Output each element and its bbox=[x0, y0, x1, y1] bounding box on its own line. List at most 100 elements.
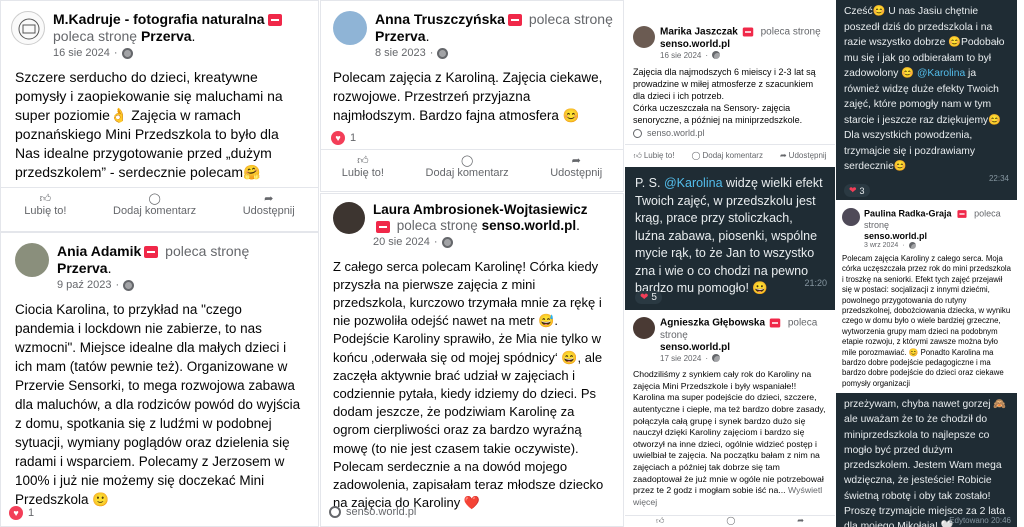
reviewer-name[interactable]: M.Kadruje - fotografia naturalna bbox=[53, 11, 265, 27]
review-header: M.Kadruje - fotografia naturalna poleca … bbox=[1, 1, 318, 60]
source-text: senso.world.pl bbox=[346, 506, 417, 518]
globe-icon bbox=[712, 354, 722, 364]
chat-message-3: przeżywam, chyba nawet gorzej 🙈 ale uważ… bbox=[836, 393, 1017, 527]
page-link[interactable]: senso.world.pl bbox=[660, 39, 730, 50]
source-link[interactable]: senso.world.pl bbox=[329, 506, 416, 518]
page-link[interactable]: senso.world.pl bbox=[482, 218, 577, 233]
share-button[interactable]: ➦ Udostępnij bbox=[550, 154, 602, 191]
reviewer-name[interactable]: Laura Ambrosionek-Wojtasiewicz bbox=[373, 202, 588, 217]
reviewer-name[interactable]: Paulina Radka-Graja bbox=[864, 208, 952, 218]
page-link[interactable]: senso.world.pl bbox=[660, 342, 730, 353]
post-meta: 3 wrz 2024 · bbox=[864, 242, 1013, 252]
post-date[interactable]: 16 sie 2024 bbox=[53, 47, 110, 60]
avatar[interactable] bbox=[333, 202, 365, 234]
post-date[interactable]: 8 sie 2023 bbox=[375, 47, 426, 60]
post-meta: 16 sie 2024 · bbox=[660, 51, 821, 61]
reaction-chip[interactable]: ❤ 5 bbox=[635, 291, 662, 304]
message-time: 22:34 bbox=[988, 174, 1009, 183]
thumbs-up-icon: 👍︎ bbox=[39, 193, 52, 205]
post-date[interactable]: 3 wrz 2024 bbox=[864, 242, 898, 250]
recommends-label: poleca stronę bbox=[396, 218, 478, 234]
recommend-icon bbox=[769, 318, 781, 328]
review-card-truszczynska: Anna Truszczyńska poleca stronę Przerva.… bbox=[320, 0, 624, 192]
comment-icon-button[interactable]: ◯ bbox=[726, 516, 735, 527]
like-icon-button[interactable]: 👍︎ bbox=[656, 516, 664, 527]
recommend-icon bbox=[507, 14, 522, 27]
reaction-number: 3 bbox=[859, 185, 865, 196]
avatar[interactable] bbox=[842, 208, 860, 226]
review-text: Polecam zajęcia z Karoliną. Zajęcia ciek… bbox=[333, 69, 603, 123]
avatar[interactable] bbox=[15, 243, 49, 277]
share-button[interactable]: ➦ Udostępnij bbox=[780, 145, 827, 166]
share-icon-button[interactable]: ➦ bbox=[797, 516, 804, 527]
post-date[interactable]: 20 sie 2024 bbox=[373, 236, 430, 249]
globe-icon bbox=[908, 242, 918, 252]
share-icon: ➦ bbox=[571, 155, 581, 167]
page-link[interactable]: senso.world.pl bbox=[864, 231, 927, 241]
comment-button[interactable]: ◯ Dodaj komentarz bbox=[113, 192, 196, 231]
reviewer-name[interactable]: Ania Adamik bbox=[57, 243, 141, 259]
post-date[interactable]: 17 sie 2024 bbox=[660, 354, 701, 364]
like-button[interactable]: 👍︎ Lubię to! bbox=[633, 145, 674, 166]
comment-icon: ◯ bbox=[148, 193, 161, 205]
share-icon: ➦ bbox=[779, 151, 787, 160]
reaction-count[interactable]: ♥ 1 bbox=[331, 131, 356, 145]
heart-reaction-icon: ❤ bbox=[849, 185, 857, 195]
source-link[interactable]: senso.world.pl bbox=[633, 128, 705, 138]
share-button[interactable]: ➦ Udostępnij bbox=[243, 192, 295, 231]
comment-button[interactable]: ◯ Dodaj komentarz bbox=[425, 154, 509, 191]
post-date[interactable]: 16 sie 2024 bbox=[660, 51, 701, 61]
thumbs-up-icon: 👍︎ bbox=[655, 516, 665, 525]
post-actions: 👍︎ Lubię to! ◯ Dodaj komentarz ➦ Udostępnij bbox=[321, 149, 623, 191]
mention-tag[interactable]: @Karolina bbox=[664, 176, 723, 190]
page-link[interactable]: Przerva bbox=[141, 28, 192, 44]
globe-icon bbox=[121, 47, 133, 59]
mention-tag[interactable]: @Karolina bbox=[917, 68, 965, 79]
review-text: Polecam zajęcia Karoliny z całego serca.… bbox=[842, 253, 1011, 388]
review-text: Zajęcia dla najmodszych 6 mieiscy i 2-3 … bbox=[633, 67, 816, 126]
avatar[interactable] bbox=[333, 11, 367, 45]
like-button[interactable]: 👍︎ Lubię to! bbox=[342, 154, 384, 191]
avatar[interactable] bbox=[11, 11, 45, 45]
reviewer-name[interactable]: Agnieszka Głębowska bbox=[660, 318, 765, 329]
review-header: Anna Truszczyńska poleca stronę Przerva.… bbox=[321, 1, 623, 60]
review-card-glebowska: Agnieszka Głębowska poleca stronę senso.… bbox=[625, 311, 835, 527]
avatar[interactable] bbox=[633, 26, 655, 48]
reaction-count[interactable]: ♥ 1 bbox=[9, 506, 34, 520]
reviewer-name[interactable]: Anna Truszczyńska bbox=[375, 11, 505, 27]
share-label: Udostępnij bbox=[242, 205, 295, 217]
reviewer-name[interactable]: Marika Jaszczak bbox=[660, 27, 738, 38]
globe-icon bbox=[441, 237, 453, 249]
like-button[interactable]: 👍︎ Lubię to! bbox=[24, 192, 66, 231]
comment-label: Dodaj komentarz bbox=[425, 167, 509, 179]
page-link[interactable]: Przerva bbox=[57, 260, 108, 276]
review-text: Ciocia Karolina, to przykład na "czego p… bbox=[15, 301, 301, 507]
post-date[interactable]: 9 paź 2023 bbox=[57, 279, 111, 292]
page-link[interactable]: Przerva bbox=[375, 28, 426, 44]
review-header: Paulina Radka-Graja poleca stronę senso.… bbox=[836, 204, 1017, 252]
comment-button[interactable]: ◯ Dodaj komentarz bbox=[692, 145, 763, 166]
globe-icon bbox=[123, 279, 135, 291]
post-actions: 👍︎ Lubię to! ◯ Dodaj komentarz ➦ Udostępnij bbox=[625, 144, 835, 166]
like-label: Lubię to! bbox=[643, 151, 675, 160]
recommend-icon bbox=[267, 14, 282, 27]
camera-logo-icon bbox=[18, 18, 40, 40]
post-meta: 8 sie 2023 · bbox=[375, 47, 613, 60]
review-text: Szczere serducho do dzieci, kreatywne po… bbox=[15, 68, 283, 180]
comment-icon: ◯ bbox=[460, 155, 474, 167]
recommends-label: poleca stronę bbox=[53, 27, 138, 44]
post-meta: 17 sie 2024 · bbox=[660, 354, 829, 364]
recommends-label: poleca stronę bbox=[528, 11, 613, 27]
review-header: Agnieszka Głębowska poleca stronę senso.… bbox=[625, 311, 835, 364]
thumbs-up-icon: 👍︎ bbox=[357, 155, 369, 167]
reaction-chip[interactable]: ❤ 3 bbox=[844, 184, 870, 197]
share-label: Udostępnij bbox=[788, 151, 827, 160]
review-text: Chodziliśmy z synkiem cały rok do Karoli… bbox=[625, 363, 835, 508]
thumbs-up-icon: 👍︎ bbox=[633, 150, 642, 160]
reaction-number: 1 bbox=[350, 132, 357, 144]
message-time: Edytowano 20:46 bbox=[949, 516, 1011, 525]
post-meta: 16 sie 2024 · bbox=[53, 47, 285, 60]
review-header: Marika Jaszczak poleca stronę senso.worl… bbox=[625, 20, 835, 61]
post-actions: 👍︎ ◯ ➦ bbox=[625, 515, 835, 527]
avatar[interactable] bbox=[633, 317, 655, 339]
